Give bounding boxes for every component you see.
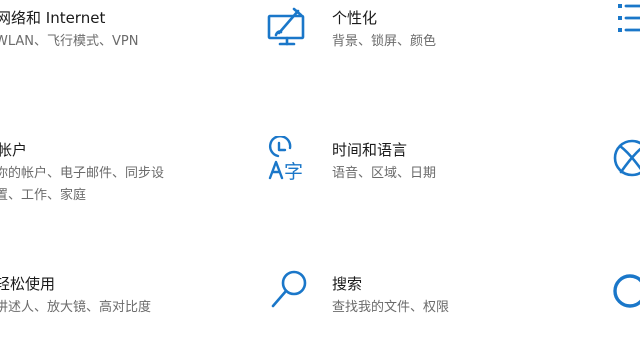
- settings-tile-personalization[interactable]: 个性化 背景、锁屏、颜色: [262, 0, 512, 70]
- settings-tile-search[interactable]: 搜索 查找我的文件、权限: [262, 265, 512, 335]
- settings-tile-apps[interactable]: [600, 0, 640, 70]
- cortana-ring-icon: [610, 271, 640, 311]
- magnifier-icon: [266, 267, 312, 313]
- tile-description: 你的帐户、电子邮件、同步设: [0, 166, 165, 181]
- paintbrush-monitor-icon: [264, 4, 310, 50]
- tile-title: 帐户: [0, 141, 28, 159]
- tile-description: 讲述人、放大镜、高对比度: [0, 300, 152, 315]
- settings-tile-network[interactable]: 网络和 Internet WLAN、飞行模式、VPN: [0, 0, 250, 70]
- tile-title: 轻松使用: [0, 275, 56, 293]
- tile-description: 背景、锁屏、颜色: [332, 34, 437, 49]
- tile-title: 网络和 Internet: [0, 9, 106, 27]
- tile-description: WLAN、飞行模式、VPN: [0, 34, 139, 49]
- apps-list-icon: [608, 0, 640, 46]
- settings-tile-ease-of-access[interactable]: 轻松使用 讲述人、放大镜、高对比度: [0, 265, 250, 335]
- tile-description: 查找我的文件、权限: [332, 300, 450, 315]
- tile-title: 时间和语言: [332, 141, 408, 159]
- tile-description: 语音、区域、日期: [332, 166, 437, 181]
- settings-tile-cortana[interactable]: [600, 265, 640, 335]
- settings-tile-gaming[interactable]: [600, 130, 640, 220]
- settings-tile-accounts[interactable]: 帐户 你的帐户、电子邮件、同步设 置、工作、家庭: [0, 130, 250, 220]
- tile-title: 个性化: [332, 9, 378, 27]
- xbox-icon: [610, 136, 640, 180]
- tile-description-line-2: 置、工作、家庭: [0, 188, 87, 203]
- tile-title: 搜索: [332, 275, 363, 293]
- settings-tile-time-language[interactable]: 字 时间和语言 语音、区域、日期: [262, 130, 512, 220]
- time-language-icon: 字: [264, 136, 314, 186]
- svg-text:字: 字: [284, 161, 303, 183]
